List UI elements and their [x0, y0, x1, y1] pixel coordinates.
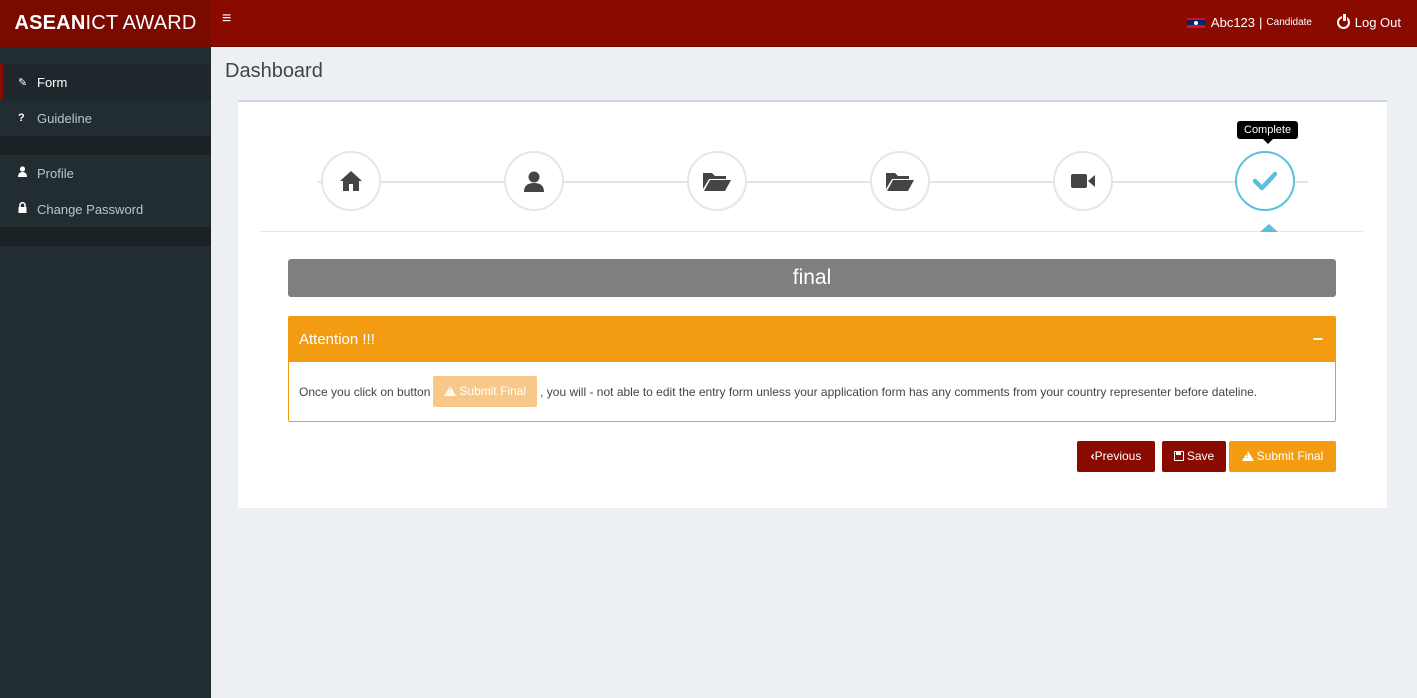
attention-body: Once you click on button Submit Final , …	[289, 362, 1335, 421]
sidebar-divider	[0, 136, 211, 155]
user-menu[interactable]: Abc123 | Candidate	[1186, 15, 1312, 30]
sidebar-item-label: Change Password	[37, 201, 144, 217]
user-icon	[523, 170, 545, 192]
save-label: Save	[1186, 449, 1215, 463]
previous-button[interactable]: ‹Previous	[1077, 441, 1155, 472]
wizard-step-documents-1[interactable]	[687, 151, 747, 211]
active-step-caret	[1260, 224, 1278, 232]
sidebar-item-profile[interactable]: Profile	[0, 155, 211, 191]
sidebar-item-label: Guideline	[37, 110, 92, 126]
logout-label: Log Out	[1354, 15, 1401, 30]
sidebar-item-label: Profile	[37, 165, 74, 181]
collapse-button[interactable]: −	[1312, 317, 1323, 362]
attention-text-after: , you will - not able to edit the entry …	[540, 384, 1258, 399]
check-icon	[1253, 171, 1277, 191]
sidebar-item-guideline[interactable]: ? Guideline	[0, 100, 211, 136]
power-icon	[1336, 14, 1350, 29]
wizard-step-complete[interactable]	[1235, 151, 1295, 211]
floppy-disk-icon	[1173, 451, 1184, 461]
wizard-divider	[260, 231, 1363, 232]
top-navbar: ASEANICT AWARD ≡ Abc123 | Candidate Log …	[0, 0, 1417, 47]
sidebar-item-label: Form	[37, 74, 68, 90]
folder-open-icon	[702, 170, 732, 192]
brand-bold-text: ASEAN	[14, 12, 86, 34]
step-tooltip: Complete	[1237, 121, 1299, 144]
wizard-step-profile[interactable]	[504, 151, 564, 211]
submit-final-button[interactable]: Submit Final	[1229, 441, 1336, 472]
save-button[interactable]: Save	[1162, 441, 1226, 472]
logout-button[interactable]: Log Out	[1336, 14, 1401, 30]
user-role: Candidate	[1266, 17, 1312, 28]
wizard-step-home[interactable]	[321, 151, 381, 211]
sidebar: ✎ Form ? Guideline Profile Change Passwo…	[0, 47, 211, 698]
attention-text-before: Once you click on button	[299, 384, 431, 399]
video-camera-icon	[1070, 172, 1096, 190]
user-icon	[18, 166, 32, 180]
lock-icon	[18, 201, 32, 216]
wizard-step-video[interactable]	[1053, 151, 1113, 211]
folder-open-icon	[885, 170, 915, 192]
submit-label: Submit Final	[1256, 449, 1324, 463]
stage-title: final	[288, 259, 1336, 297]
question-icon: ?	[18, 112, 25, 124]
sidebar-divider	[0, 227, 211, 246]
pencil-icon: ✎	[18, 76, 28, 89]
wizard-step-documents-2[interactable]	[870, 151, 930, 211]
home-icon	[339, 170, 363, 192]
inline-submit-final-button: Submit Final	[433, 376, 538, 407]
user-name: Abc123	[1210, 15, 1256, 30]
attention-box: Attention !!! − Once you click on button…	[288, 316, 1336, 422]
hamburger-icon[interactable]: ≡	[222, 10, 231, 28]
attention-title: Attention !!!	[299, 331, 375, 348]
warning-icon	[444, 386, 457, 396]
form-wizard-panel: Complete final Attention !!! − Once you …	[238, 100, 1387, 508]
attention-header: Attention !!! −	[289, 317, 1335, 362]
warning-icon	[1241, 451, 1254, 461]
sidebar-item-form[interactable]: ✎ Form	[0, 64, 211, 100]
brand-rest-text: ICT AWARD	[85, 12, 197, 34]
brand-logo[interactable]: ASEANICT AWARD	[0, 0, 211, 46]
country-flag-icon	[1186, 17, 1205, 28]
previous-label: Previous	[1094, 449, 1142, 463]
sidebar-item-change-password[interactable]: Change Password	[0, 191, 211, 227]
wizard-progress-line	[318, 181, 1308, 183]
page-title: Dashboard	[225, 60, 323, 82]
user-separator: |	[1259, 15, 1263, 30]
inline-button-label: Submit Final	[459, 384, 527, 398]
